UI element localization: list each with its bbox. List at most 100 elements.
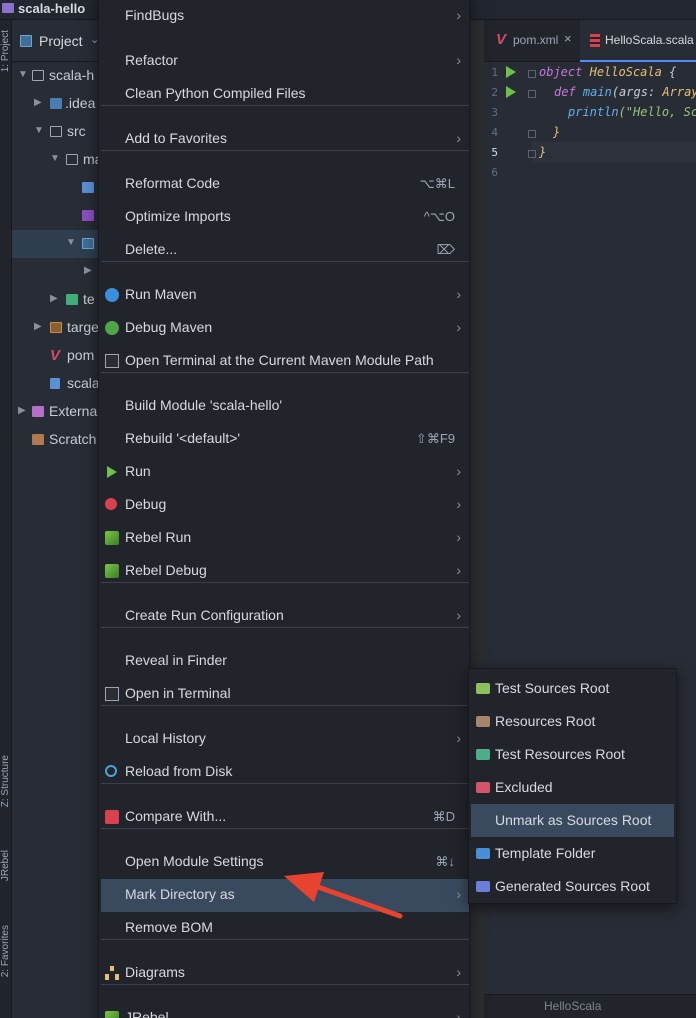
diagram-icon (105, 966, 119, 980)
menu-item-run[interactable]: Run › (101, 456, 469, 489)
debug-icon (105, 498, 117, 510)
tree-item[interactable]: ▶ targe (12, 314, 98, 342)
chevron-down-icon[interactable]: ▼ (34, 125, 44, 136)
tree-item[interactable]: ▶ Externa (12, 398, 98, 426)
context-menu: FindBugs › Refactor › Clean Python Compiled … (98, 0, 470, 1018)
resources-folder-icon (476, 716, 490, 727)
fold-icon[interactable] (528, 70, 536, 78)
chevron-right-icon[interactable]: ▶ (34, 97, 42, 108)
run-gutter-icon[interactable] (506, 66, 516, 78)
chevron-right-icon[interactable]: ▶ (34, 321, 42, 332)
menu-item-rebuild-default[interactable]: Rebuild '<default>' ⇧⌘F9 (101, 423, 469, 456)
tree-item[interactable]: Scratch (12, 426, 98, 454)
folder-icon (50, 126, 62, 137)
tree-item[interactable]: ▼ src (12, 118, 98, 146)
tab-helloscala-scala[interactable]: HelloScala.scala (580, 20, 696, 62)
tree-item[interactable] (12, 174, 98, 202)
chevron-right-icon: › (456, 886, 461, 902)
chevron-down-icon[interactable]: ▼ (18, 69, 28, 80)
menu-item-label: Debug (125, 496, 167, 512)
test-folder-icon (66, 294, 78, 305)
tree-item[interactable] (12, 202, 98, 230)
menu-item-clean-python-compiled-files[interactable]: Clean Python Compiled Files (101, 78, 469, 111)
menu-item-label: Debug Maven (125, 319, 213, 335)
chevron-down-icon[interactable]: ▼ (50, 153, 60, 164)
menu-item-diagrams[interactable]: Diagrams › (101, 957, 469, 990)
generated-sources-folder-icon (476, 881, 490, 892)
chevron-right-icon[interactable]: ▶ (50, 293, 58, 304)
code-line-4[interactable]: } (553, 125, 560, 139)
submenu-item-generated-sources-root[interactable]: Generated Sources Root (471, 870, 674, 903)
tool-tab-jrebel[interactable]: JRebel (0, 850, 12, 881)
submenu-item-template-folder[interactable]: Template Folder (471, 837, 674, 870)
test-resources-folder-icon (476, 749, 490, 760)
menu-item-findbugs[interactable]: FindBugs › (101, 0, 469, 33)
menu-item-reload-from-disk[interactable]: Reload from Disk (101, 756, 469, 789)
tree-item[interactable]: ▶ te (12, 286, 98, 314)
menu-item-delete[interactable]: Delete... ⌦ (101, 234, 469, 267)
tool-tab-project[interactable]: 1: Project (0, 30, 12, 72)
menu-item-jrebel[interactable]: JRebel › (101, 1002, 469, 1018)
chevron-right-icon: › (456, 286, 461, 302)
project-view-label[interactable]: Project (39, 33, 83, 49)
menu-item-optimize-imports[interactable]: Optimize Imports ^⌥O (101, 201, 469, 234)
chevron-down-icon[interactable]: ▼ (66, 237, 76, 248)
tree-item-selected[interactable]: ▼ (12, 230, 98, 258)
menu-item-local-history[interactable]: Local History › (101, 723, 469, 756)
menu-item-reformat-code[interactable]: Reformat Code ⌥⌘L (101, 168, 469, 201)
menu-item-shortcut: ⌥⌘L (419, 176, 455, 191)
chevron-right-icon[interactable]: ▶ (18, 405, 26, 416)
chevron-right-icon[interactable]: ▶ (84, 265, 92, 276)
jrebel-run-icon (105, 531, 119, 545)
chevron-right-icon: › (456, 496, 461, 512)
fold-icon[interactable] (528, 150, 536, 158)
annotation-arrow (284, 872, 403, 919)
menu-item-refactor[interactable]: Refactor › (101, 45, 469, 78)
submenu-item-label: Test Resources Root (495, 746, 625, 762)
menu-item-label: FindBugs (125, 7, 185, 23)
tool-tab-structure[interactable]: Z: Structure (0, 755, 12, 807)
menu-item-open-terminal-at-the-current-maven-module-path[interactable]: Open Terminal at the Current Maven Modul… (101, 345, 469, 378)
menu-item-run-maven[interactable]: Run Maven › (101, 279, 469, 312)
submenu-item-label: Unmark as Sources Root (495, 812, 652, 828)
tree-item[interactable]: scala (12, 370, 98, 398)
jrebel-icon (105, 1011, 119, 1018)
menu-item-add-to-favorites[interactable]: Add to Favorites › (101, 123, 469, 156)
chevron-right-icon: › (456, 964, 461, 980)
maven-icon: V (496, 31, 507, 48)
submenu-item-excluded[interactable]: Excluded (471, 771, 674, 804)
code-line-5[interactable]: } (539, 145, 546, 159)
menu-item-label: Remove BOM (125, 919, 213, 935)
menu-item-reveal-in-finder[interactable]: Reveal in Finder (101, 645, 469, 678)
fold-icon[interactable] (528, 90, 536, 98)
menu-item-open-in-terminal[interactable]: Open in Terminal (101, 678, 469, 711)
menu-item-debug[interactable]: Debug › (101, 489, 469, 522)
submenu-item-test-sources-root[interactable]: Test Sources Root (471, 672, 674, 705)
menu-item-label: Open Terminal at the Current Maven Modul… (125, 352, 434, 368)
fold-icon[interactable] (528, 130, 536, 138)
submenu-item-resources-root[interactable]: Resources Root (471, 705, 674, 738)
submenu-item-test-resources-root[interactable]: Test Resources Root (471, 738, 674, 771)
menu-item-build-module-scala-hello[interactable]: Build Module 'scala-hello' (101, 390, 469, 423)
code-line-3[interactable]: println("Hello, Sca (568, 105, 696, 119)
menu-item-rebel-run[interactable]: Rebel Run › (101, 522, 469, 555)
tree-item[interactable]: V pom (12, 342, 98, 370)
submenu-item-unmark-as-sources-root[interactable]: Unmark as Sources Root (471, 804, 674, 837)
tree-item[interactable]: ▼ scala-h (12, 62, 98, 90)
run-gutter-icon[interactable] (506, 86, 516, 98)
menu-item-debug-maven[interactable]: Debug Maven › (101, 312, 469, 345)
menu-item-label: Add to Favorites (125, 130, 227, 146)
tree-item[interactable]: ▶ (12, 258, 98, 286)
tree-item[interactable]: ▼ ma (12, 146, 98, 174)
tree-item[interactable]: ▶ .idea (12, 90, 98, 118)
code-line-2[interactable]: def main(args: Array[ (554, 85, 696, 99)
tool-tab-favorites[interactable]: 2: Favorites (0, 925, 12, 977)
menu-separator (101, 261, 469, 262)
code-line-1[interactable]: object HelloScala { (539, 65, 676, 79)
menu-item-create-run-configuration[interactable]: Create Run Configuration › (101, 600, 469, 633)
tab-pom-xml[interactable]: V pom.xml × (484, 20, 580, 62)
menu-item-rebel-debug[interactable]: Rebel Debug › (101, 555, 469, 588)
close-icon[interactable]: × (564, 31, 572, 46)
menu-item-compare-with[interactable]: Compare With... ⌘D (101, 801, 469, 834)
test-sources-folder-icon (476, 683, 490, 694)
